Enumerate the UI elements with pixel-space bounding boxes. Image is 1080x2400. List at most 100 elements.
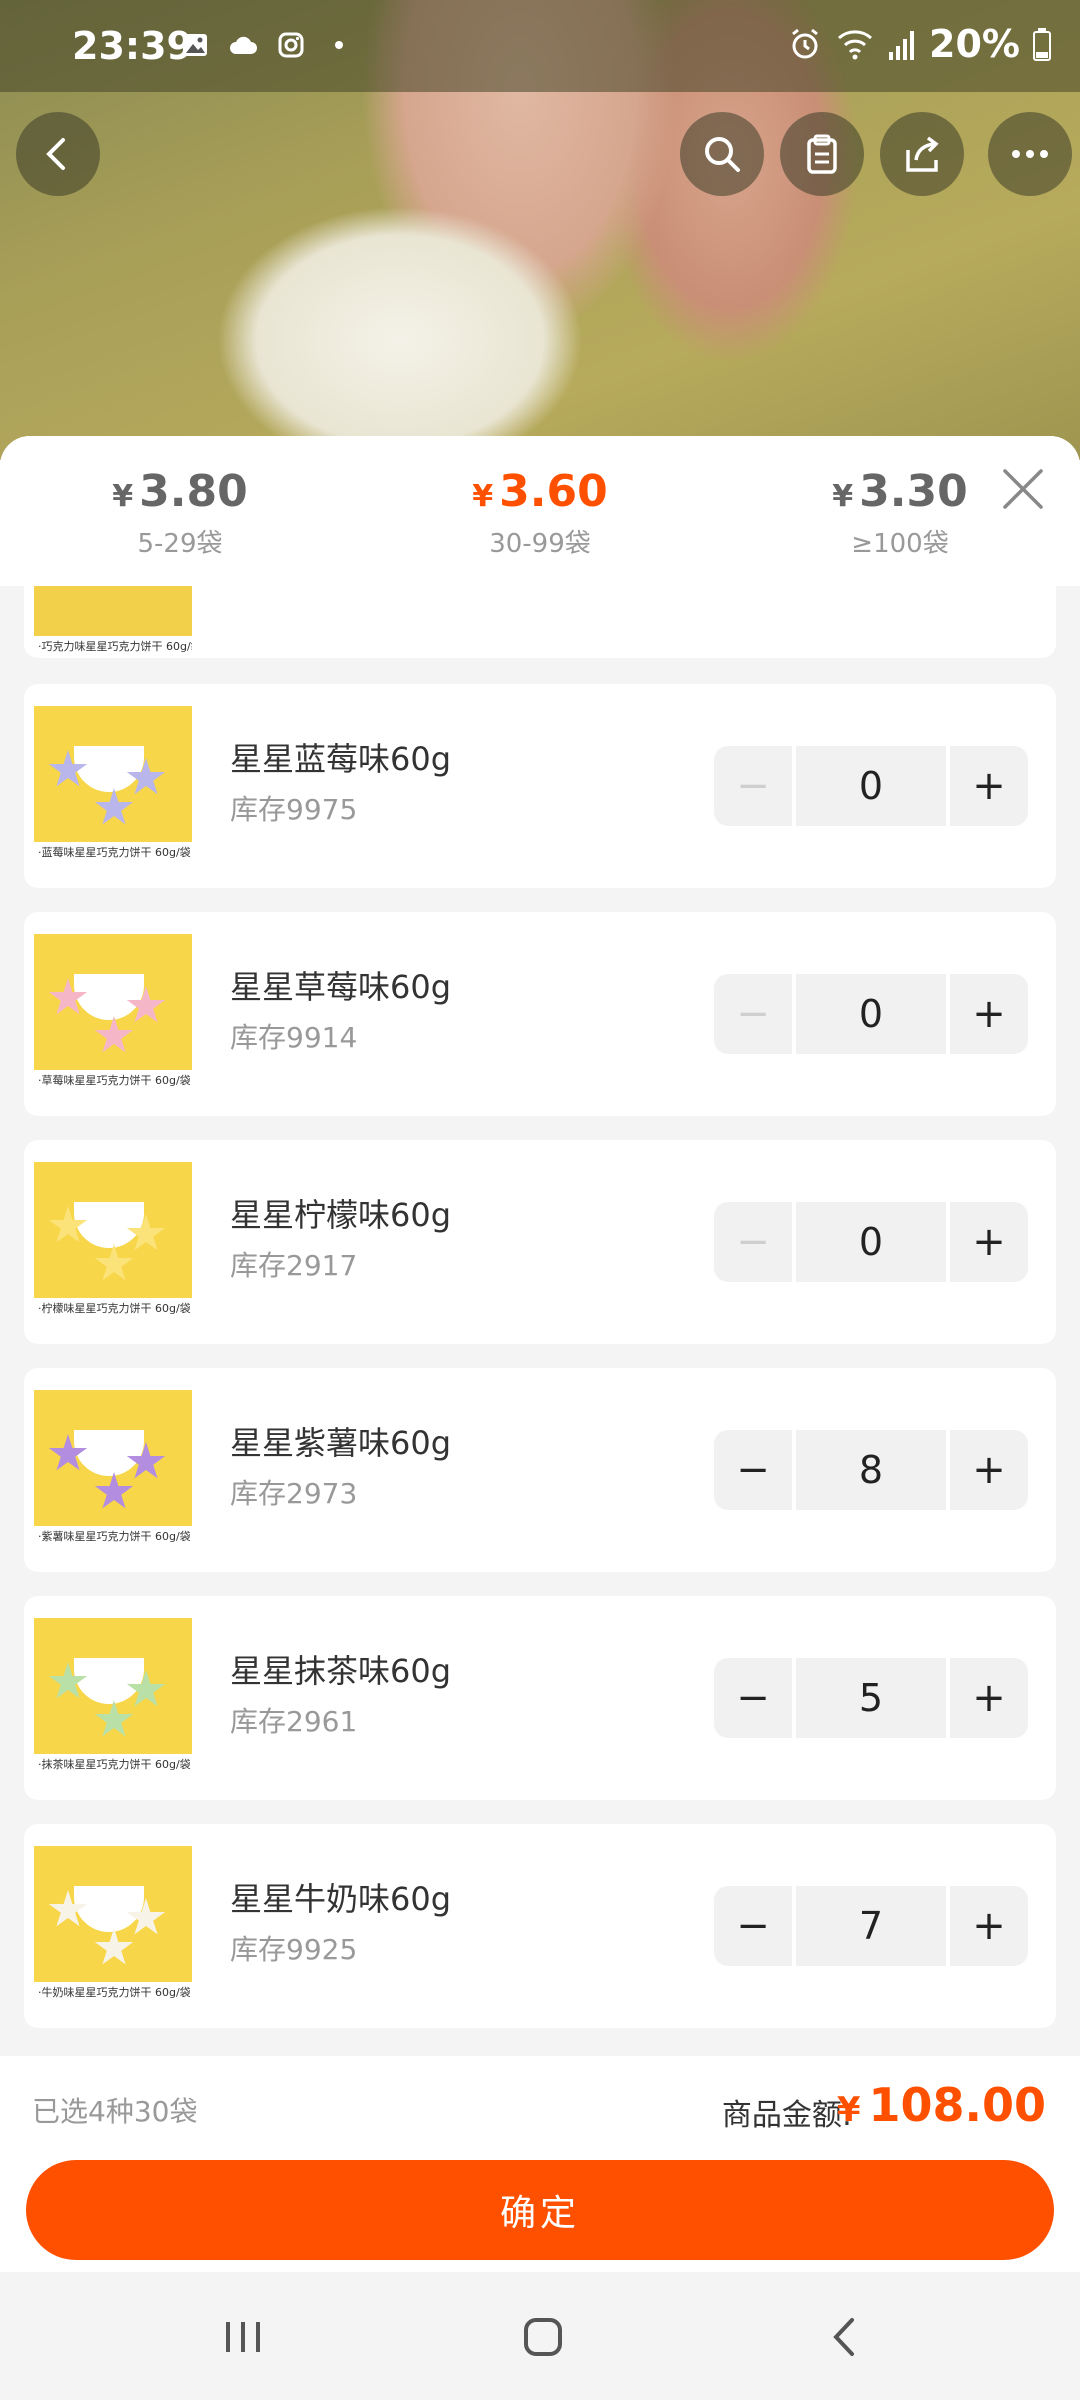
item-name: 星星抹茶味60g — [230, 1652, 452, 1690]
tier-price: 3.80 — [139, 466, 248, 517]
thumbnail-caption: ·牛奶味星星巧克力饼干 — [38, 1986, 152, 1999]
search-button[interactable] — [680, 112, 764, 196]
quantity-stepper: − 7 + — [714, 1886, 1032, 1966]
thumbnail-caption: ·抹茶味星星巧克力饼干 — [38, 1758, 152, 1771]
total-label: 商品金额: — [721, 2098, 852, 2133]
product-thumbnail: ·巧克力味星星巧克力饼干 60g/袋 — [34, 586, 192, 658]
product-thumbnail: ·抹茶味星星巧克力饼干 60g/袋 — [34, 1618, 192, 1776]
thumbnail-tag: 60g/袋 — [155, 846, 191, 859]
back-nav-icon[interactable] — [820, 2312, 870, 2362]
increase-button[interactable]: + — [950, 974, 1028, 1054]
item-name: 星星蓝莓味60g — [230, 740, 452, 778]
clipboard-icon — [807, 134, 837, 174]
increase-button[interactable]: + — [950, 1886, 1028, 1966]
increase-button[interactable]: + — [950, 746, 1028, 826]
decrease-button[interactable]: − — [714, 1202, 792, 1282]
currency-symbol: ¥ — [832, 479, 854, 514]
list-item[interactable]: ·牛奶味星星巧克力饼干 60g/袋 星星牛奶味60g 库存9925 − 7 + — [24, 1824, 1056, 2028]
thumbnail-caption: ·巧克力味星星巧克力饼干 — [38, 640, 163, 653]
currency-symbol: ¥ — [112, 479, 134, 514]
thumbnail-caption: ·柠檬味星星巧克力饼干 — [38, 1302, 152, 1315]
list-item[interactable]: ·蓝莓味星星巧克力饼干 60g/袋 星星蓝莓味60g 库存9975 − 0 + — [24, 684, 1056, 888]
chevron-left-icon — [46, 138, 65, 170]
tier-price: 3.60 — [499, 466, 608, 517]
clipboard-button[interactable] — [780, 112, 864, 196]
increase-button[interactable]: + — [950, 1430, 1028, 1510]
quantity-stepper: − 8 + — [714, 1430, 1032, 1510]
product-thumbnail: ·牛奶味星星巧克力饼干 60g/袋 — [34, 1846, 192, 2004]
selection-summary: 已选4种30袋 — [32, 2095, 198, 2128]
decrease-button[interactable]: − — [714, 1886, 792, 1966]
thumbnail-tag: 60g/袋 — [155, 1530, 191, 1543]
price-tier: ¥3.80 5-29袋 — [0, 436, 360, 586]
cloud-icon — [230, 36, 257, 54]
more-icon — [1012, 150, 1048, 158]
thumbnail-caption: ·蓝莓味星星巧克力饼干 — [38, 846, 152, 859]
battery-level: 20% — [929, 22, 1020, 66]
product-thumbnail: ·柠檬味星星巧克力饼干 60g/袋 — [34, 1162, 192, 1320]
item-stock: 库存9975 — [230, 793, 358, 826]
back-button[interactable] — [16, 112, 100, 196]
thumbnail-caption: ·草莓味星星巧克力饼干 — [38, 1074, 152, 1087]
gallery-icon — [183, 34, 207, 56]
share-icon — [906, 136, 939, 172]
quantity-value[interactable]: 5 — [796, 1658, 946, 1738]
item-name: 星星牛奶味60g — [230, 1880, 452, 1918]
home-icon[interactable] — [518, 2312, 568, 2362]
more-button[interactable] — [988, 112, 1072, 196]
item-name: 星星紫薯味60g — [230, 1424, 452, 1462]
quantity-value[interactable]: 7 — [796, 1886, 946, 1966]
decrease-button[interactable]: − — [714, 974, 792, 1054]
instagram-icon — [278, 32, 304, 58]
decrease-button[interactable]: − — [714, 1658, 792, 1738]
price-tier-active: ¥3.60 30-99袋 — [360, 436, 720, 586]
thumbnail-tag: 60g/袋 — [155, 1986, 191, 1999]
thumbnail-tag: 60g/袋 — [166, 640, 192, 653]
list-item[interactable]: ·柠檬味星星巧克力饼干 60g/袋 星星柠檬味60g 库存2917 − 0 + — [24, 1140, 1056, 1344]
decrease-button[interactable]: − — [714, 1430, 792, 1510]
confirm-button[interactable]: 确定 — [26, 2160, 1054, 2260]
recent-apps-icon[interactable] — [218, 2312, 268, 2362]
total-value: 108.00 — [868, 2078, 1046, 2132]
thumbnail-caption: ·紫薯味星星巧克力饼干 — [38, 1530, 152, 1543]
status-bar: 23:39 20% — [0, 0, 1080, 92]
alarm-icon — [792, 28, 818, 59]
tier-range: 5-29袋 — [137, 529, 223, 559]
increase-button[interactable]: + — [950, 1658, 1028, 1738]
system-nav-bar — [0, 2272, 1080, 2400]
thumbnail-tag: 60g/袋 — [155, 1302, 191, 1315]
quantity-value[interactable]: 0 — [796, 1202, 946, 1282]
dot-icon — [335, 41, 343, 49]
item-name: 星星柠檬味60g — [230, 1196, 452, 1234]
product-thumbnail: ·紫薯味星星巧克力饼干 60g/袋 — [34, 1390, 192, 1548]
quantity-stepper: − 5 + — [714, 1658, 1032, 1738]
wifi-icon — [838, 30, 873, 60]
product-thumbnail: ·草莓味星星巧克力饼干 60g/袋 — [34, 934, 192, 1092]
quantity-value[interactable]: 0 — [796, 746, 946, 826]
item-stock: 库存2917 — [230, 1249, 358, 1282]
list-item[interactable]: ·紫薯味星星巧克力饼干 60g/袋 星星紫薯味60g 库存2973 − 8 + — [24, 1368, 1056, 1572]
tier-price: 3.30 — [859, 466, 968, 517]
currency-symbol: ¥ — [472, 479, 494, 514]
total-amount: ¥108.00 — [837, 2078, 1046, 2132]
decrease-button[interactable]: − — [714, 746, 792, 826]
item-stock: 库存2973 — [230, 1477, 358, 1510]
tier-range: 30-99袋 — [489, 529, 591, 559]
quantity-stepper: − 0 + — [714, 974, 1032, 1054]
close-icon[interactable] — [1000, 466, 1046, 512]
share-button[interactable] — [880, 112, 964, 196]
thumbnail-tag: 60g/袋 — [155, 1758, 191, 1771]
price-tiers: ¥3.80 5-29袋 ¥3.60 30-99袋 ¥3.30 ≥100袋 — [0, 436, 1080, 586]
list-item[interactable]: ·抹茶味星星巧克力饼干 60g/袋 星星抹茶味60g 库存2961 − 5 + — [24, 1596, 1056, 1800]
item-stock: 库存9925 — [230, 1933, 358, 1966]
thumbnail-tag: 60g/袋 — [155, 1074, 191, 1087]
list-item[interactable]: ·草莓味星星巧克力饼干 60g/袋 星星草莓味60g 库存9914 − 0 + — [24, 912, 1056, 1116]
list-item-partial: ·巧克力味星星巧克力饼干 60g/袋 — [24, 586, 1056, 658]
status-time: 23:39 — [72, 24, 193, 68]
currency-symbol: ¥ — [836, 2090, 861, 2130]
increase-button[interactable]: + — [950, 1202, 1028, 1282]
tier-range: ≥100袋 — [851, 529, 949, 559]
quantity-stepper: − 0 + — [714, 1202, 1032, 1282]
quantity-value[interactable]: 0 — [796, 974, 946, 1054]
quantity-value[interactable]: 8 — [796, 1430, 946, 1510]
